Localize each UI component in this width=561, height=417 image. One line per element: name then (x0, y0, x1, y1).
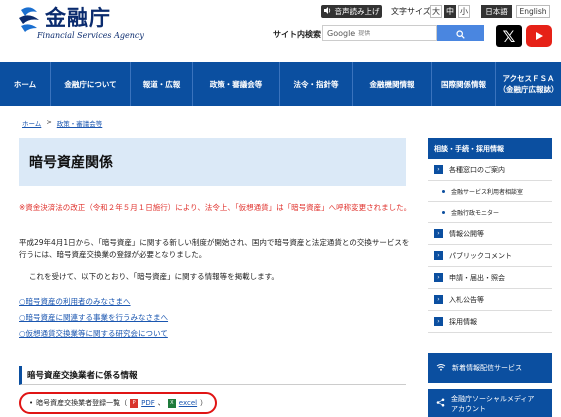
sidebar-item-label: 情報公開等 (449, 229, 484, 238)
nav-item-home[interactable]: ホーム (0, 62, 51, 106)
chevron-right-icon: › (434, 273, 443, 282)
sidebar-item-disclosure[interactable]: › 情報公開等 (428, 223, 552, 245)
site-header: 金融庁 Financial Services Agency 音声読み上げ 文字サ… (0, 0, 561, 62)
section-heading: 暗号資産交換業者に係る情報 (19, 366, 406, 385)
lang-english-button[interactable]: English (516, 5, 550, 18)
social-media-label-line1: 金融庁ソーシャルメディア (451, 395, 535, 403)
sidebar-item-contact[interactable]: › 各種窓口のご案内 (428, 159, 552, 181)
search-provider-label: Google (327, 28, 356, 38)
bullet-icon: • (29, 399, 34, 407)
font-size-large-button[interactable]: 大 (430, 5, 442, 18)
breadcrumb: ホーム > 政策・審議会等 (22, 118, 102, 128)
font-size-label: 文字サイズ (391, 7, 431, 16)
sidebar-item-label: 入札公告等 (449, 295, 484, 304)
chevron-right-icon: › (434, 229, 443, 238)
chevron-right-icon: › (434, 295, 443, 304)
link-users[interactable]: ○暗号資産の利用者のみなさまへ (19, 294, 168, 310)
font-size-small-button[interactable]: 小 (458, 5, 470, 18)
wifi-icon (436, 363, 446, 373)
share-icon (436, 398, 445, 410)
search-input[interactable] (358, 29, 409, 37)
social-media-button[interactable]: 金融庁ソーシャルメディア アカウント (428, 389, 552, 417)
sidebar-heading: 相談・手続・採用情報 (428, 138, 552, 159)
global-nav: ホーム 金融庁について 報道・広報 政策・審議会等 法令・指針等 金融機関情報 … (0, 62, 561, 106)
news-subscription-button[interactable]: 新着情報配信サービス (428, 353, 552, 383)
fsa-logo-icon (17, 6, 43, 34)
notice-text: ※資金決済法の改正（令和２年５月１日施行）により、法令上、「仮想通貨」は「暗号資… (19, 203, 412, 212)
sidebar-item-label: 金融サービス利用者相談室 (451, 188, 524, 196)
breadcrumb-home[interactable]: ホーム (22, 118, 41, 128)
x-twitter-icon[interactable]: 𝕏 (496, 25, 522, 47)
nav-item-laws[interactable]: 法令・指針等 (280, 62, 353, 106)
pdf-icon: P (130, 398, 139, 408)
chevron-right-icon: › (434, 317, 443, 326)
sidebar-item-public-comment[interactable]: › パブリックコメント (428, 245, 552, 267)
sidebar-item-monitor[interactable]: 金融行政モニター (428, 202, 552, 223)
related-links: ○暗号資産の利用者のみなさまへ ○暗号資産に関連する事業を行うみなさまへ ○仮想… (19, 294, 168, 342)
registry-pdf-link[interactable]: PDF (141, 399, 155, 407)
bullet-dot-icon (442, 189, 445, 193)
link-study-group[interactable]: ○仮想通貨交換業等に関する研究会について (19, 326, 168, 342)
youtube-icon[interactable] (526, 25, 552, 47)
intro-paragraph: 平成29年4月1日から、「暗号資産」に関する新しい制度が開始され、国内で暗号資産… (19, 238, 410, 259)
social-media-label: 金融庁ソーシャルメディア アカウント (451, 394, 534, 414)
sidebar: 相談・手続・採用情報 › 各種窓口のご案内 金融サービス利用者相談室 金融行政モ… (428, 138, 552, 333)
bullet-dot-icon (442, 210, 445, 214)
sidebar-item-applications[interactable]: › 申請・届出・照会 (428, 267, 552, 289)
nav-item-international[interactable]: 国際関係情報 (432, 62, 496, 106)
registry-excel-link[interactable]: excel (179, 399, 197, 407)
sidebar-item-label: 申請・届出・照会 (449, 273, 505, 282)
info-paragraph: これを受けて、以下のとおり、「暗号資産」に関する情報等を掲載します。 (29, 272, 279, 281)
nav-item-policy[interactable]: 政策・審議会等 (193, 62, 280, 106)
voice-readout-label: 音声読み上げ (334, 7, 380, 16)
excel-icon: X (167, 398, 176, 408)
breadcrumb-separator: > (46, 118, 52, 126)
nav-item-press[interactable]: 報道・広報 (131, 62, 193, 106)
chevron-right-icon: › (434, 165, 443, 174)
search-button[interactable] (437, 25, 484, 41)
nav-item-about[interactable]: 金融庁について (51, 62, 131, 106)
site-logo[interactable]: 金融庁 Financial Services Agency (17, 6, 144, 40)
search-label: サイト内検索 (273, 30, 321, 39)
breadcrumb-current[interactable]: 政策・審議会等 (57, 118, 103, 128)
registry-separator: 、 (157, 399, 165, 407)
voice-readout-button[interactable]: 音声読み上げ (321, 5, 382, 18)
logo-subtitle: Financial Services Agency (37, 31, 144, 40)
registry-download-item: • 暗号資産交換業者登録一覧（ P PDF 、 X excel ） (19, 392, 217, 414)
registry-close-paren: ） (200, 399, 208, 407)
nav-item-access-fsa[interactable]: アクセスＦＳＡ （金融庁広報誌） (496, 62, 561, 106)
news-subscription-label: 新着情報配信サービス (452, 364, 522, 372)
page-title: 暗号資産関係 (29, 155, 113, 171)
nav-item-financial-institutions[interactable]: 金融機関情報 (353, 62, 432, 106)
sidebar-item-label: パブリックコメント (449, 251, 512, 260)
sidebar-item-tender[interactable]: › 入札公告等 (428, 289, 552, 311)
speaker-icon (323, 7, 332, 16)
lang-japanese-button[interactable]: 日本語 (481, 5, 512, 18)
registry-label: 暗号資産交換業者登録一覧（ (36, 399, 128, 407)
chevron-right-icon: › (434, 251, 443, 260)
sidebar-item-label: 金融行政モニター (451, 209, 500, 217)
link-businesses[interactable]: ○暗号資産に関連する事業を行うみなさまへ (19, 310, 168, 326)
social-media-label-line2: アカウント (451, 405, 486, 413)
page-title-box: 暗号資産関係 (19, 138, 406, 186)
search-icon (456, 24, 465, 43)
sidebar-item-label: 各種窓口のご案内 (449, 165, 505, 174)
logo-text: 金融庁 (45, 6, 111, 30)
sidebar-item-consultation[interactable]: 金融サービス利用者相談室 (428, 181, 552, 202)
font-size-medium-button[interactable]: 中 (444, 5, 456, 18)
sidebar-item-recruitment[interactable]: › 採用情報 (428, 311, 552, 333)
search-field[interactable]: Google (322, 25, 437, 41)
sidebar-item-label: 採用情報 (449, 317, 477, 326)
